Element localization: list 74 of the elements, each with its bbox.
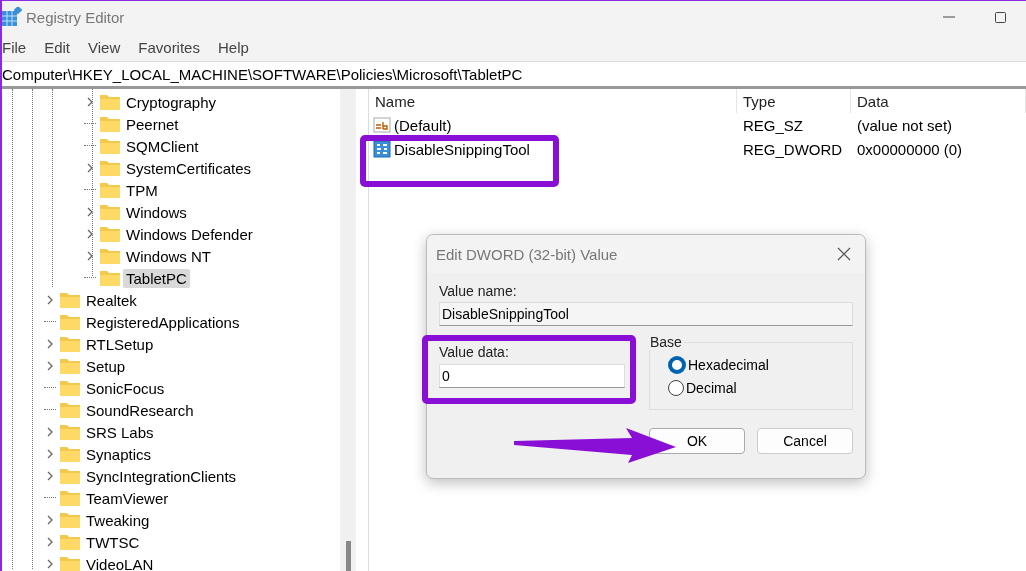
folder-icon xyxy=(60,358,80,374)
folder-icon xyxy=(60,380,80,396)
folder-icon xyxy=(60,556,80,571)
tree-item[interactable]: Tweaking xyxy=(83,510,153,530)
menu-item[interactable]: Help xyxy=(217,38,249,56)
value-data-field[interactable]: 0 xyxy=(439,364,625,388)
value-type: REG_SZ xyxy=(742,115,804,136)
folder-icon xyxy=(100,204,120,220)
folder-icon xyxy=(100,226,120,242)
menu-item[interactable]: View xyxy=(88,38,121,56)
tree-item[interactable]: Windows Defender xyxy=(123,224,256,244)
address-bar[interactable]: Computer\HKEY_LOCAL_MACHINE\SOFTWARE\Policies\Microsoft\TabletPC xyxy=(2,61,1026,89)
value-name: (Default) xyxy=(394,116,452,134)
menu-item[interactable]: Favorites xyxy=(138,38,200,56)
folder-icon xyxy=(60,534,80,550)
tree-item[interactable]: Windows NT xyxy=(123,246,214,266)
close-icon[interactable] xyxy=(837,247,851,261)
tree-item[interactable]: SoundResearch xyxy=(83,400,197,420)
folder-icon xyxy=(100,270,120,286)
tree-item[interactable]: VideoLAN xyxy=(83,554,157,571)
tree-item[interactable]: Realtek xyxy=(83,290,140,310)
column-header[interactable]: Name xyxy=(369,89,737,113)
window-title: Registry Editor xyxy=(26,8,125,26)
folder-icon xyxy=(60,314,80,330)
tree-item[interactable]: RegisteredApplications xyxy=(83,312,243,332)
folder-icon xyxy=(60,424,80,440)
binary-value-icon xyxy=(373,140,391,158)
tree-item[interactable]: TWTSC xyxy=(83,532,143,552)
column-header[interactable]: Data xyxy=(851,89,1026,113)
tree-item[interactable]: SonicFocus xyxy=(83,378,168,398)
value-name: DisableSnippingTool xyxy=(394,140,530,158)
folder-icon xyxy=(60,402,80,418)
folder-icon xyxy=(60,468,80,484)
folder-icon xyxy=(60,446,80,462)
radio-option[interactable]: Hexadecimal xyxy=(668,356,834,374)
folder-icon xyxy=(100,248,120,264)
tree-item[interactable]: Windows xyxy=(123,202,190,222)
tree-item[interactable]: RTLSetup xyxy=(83,334,157,354)
folder-icon xyxy=(100,116,120,132)
tree-item[interactable]: Setup xyxy=(83,356,129,376)
string-value-icon xyxy=(373,117,391,133)
registry-icon xyxy=(2,7,22,27)
maximize-icon[interactable] xyxy=(995,11,1006,23)
tree-item[interactable]: TeamViewer xyxy=(83,488,172,508)
field-label: Value name: xyxy=(439,283,518,299)
folder-icon xyxy=(100,160,120,176)
column-header[interactable]: Type xyxy=(737,89,851,113)
value-data: 0x00000000 (0) xyxy=(856,139,964,160)
value-type: REG_DWORD xyxy=(742,139,844,160)
folder-icon xyxy=(60,512,80,528)
folder-icon xyxy=(60,490,80,506)
folder-icon xyxy=(100,94,120,110)
tree-item[interactable]: Peernet xyxy=(123,114,182,134)
value-name-field[interactable]: DisableSnippingTool xyxy=(439,302,853,326)
folder-icon xyxy=(100,138,120,154)
field-label: Value data: xyxy=(439,344,510,360)
radio-option[interactable]: Decimal xyxy=(668,380,834,396)
tree-item[interactable]: SyncIntegrationClients xyxy=(83,466,240,486)
tree-item[interactable]: SystemCertificates xyxy=(123,158,255,178)
dialog-button[interactable]: Cancel xyxy=(757,428,853,454)
tree-item[interactable]: SRS Labs xyxy=(83,422,157,442)
value-data: (value not set) xyxy=(856,115,954,136)
menu-item[interactable]: Edit xyxy=(44,38,71,56)
tree-item[interactable]: Synaptics xyxy=(83,444,155,464)
menu-item[interactable]: File xyxy=(2,38,27,56)
tree-item[interactable]: Cryptography xyxy=(123,92,220,112)
folder-icon xyxy=(60,336,80,352)
tree-item[interactable]: TabletPC xyxy=(123,268,190,288)
tree-item[interactable]: TPM xyxy=(123,180,161,200)
folder-icon xyxy=(100,182,120,198)
tree-item[interactable]: SQMClient xyxy=(123,136,202,156)
dialog-title: Edit DWORD (32-bit) Value xyxy=(436,245,618,263)
group-label: Base xyxy=(649,334,683,350)
folder-icon xyxy=(60,292,80,308)
